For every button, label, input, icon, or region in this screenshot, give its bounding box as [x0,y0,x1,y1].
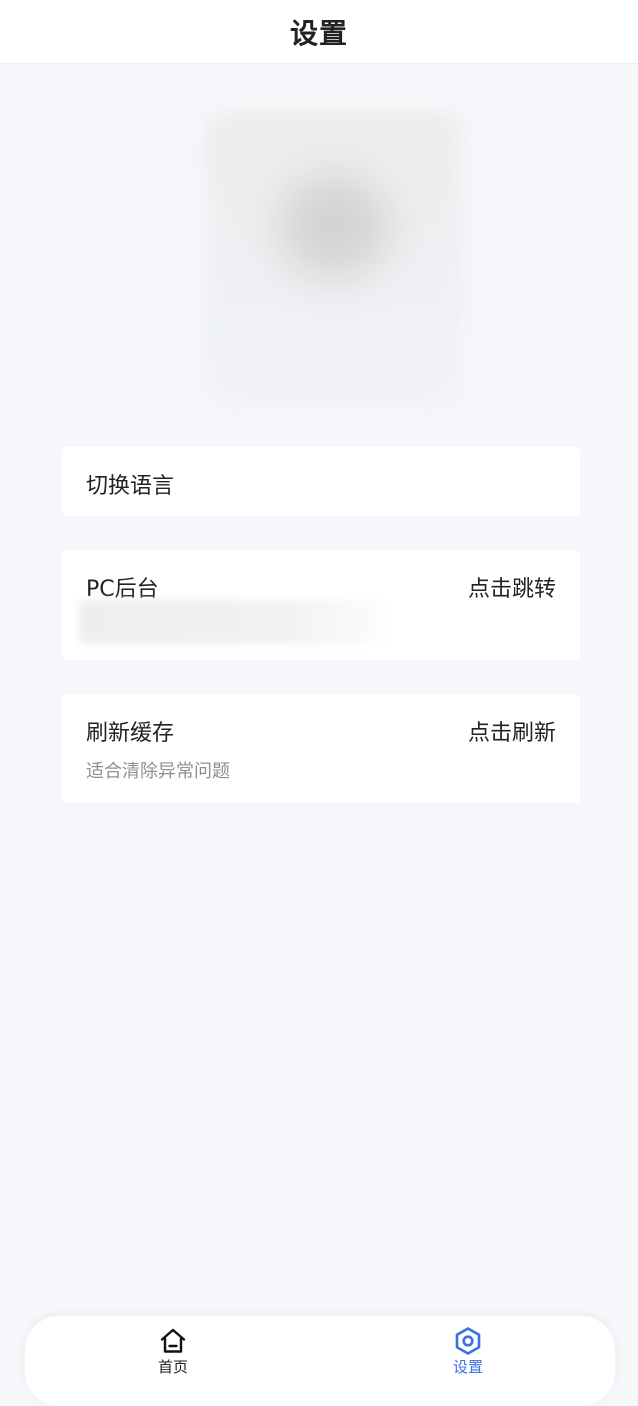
pc-backend-jump-link[interactable]: 点击跳转 [468,571,556,603]
refresh-cache-button[interactable]: 点击刷新 [468,715,556,747]
blurred-backend-url [79,600,384,644]
home-icon [160,1328,186,1353]
bottom-tab-bar: 首页 设置 [25,1316,615,1406]
tab-settings[interactable]: 设置 [428,1326,508,1386]
refresh-cache-description: 适合清除异常问题 [86,761,230,782]
switch-language-row[interactable]: 切换语言 [62,447,580,516]
blurred-avatar-image [205,112,463,410]
header-bar: 设置 [0,0,638,64]
tab-home-label: 首页 [157,1358,188,1376]
switch-language-label: 切换语言 [86,474,175,499]
page-title: 设置 [289,16,348,50]
tab-home[interactable]: 首页 [133,1326,213,1386]
refresh-cache-row[interactable]: 刷新缓存 点击刷新 适合清除异常问题 [62,694,580,803]
pc-backend-label: PC后台 [86,577,159,602]
settings-icon [455,1327,481,1355]
refresh-cache-label: 刷新缓存 [86,721,175,746]
pc-backend-row[interactable]: PC后台 点击跳转 [62,550,580,660]
tab-settings-label: 设置 [452,1358,483,1376]
